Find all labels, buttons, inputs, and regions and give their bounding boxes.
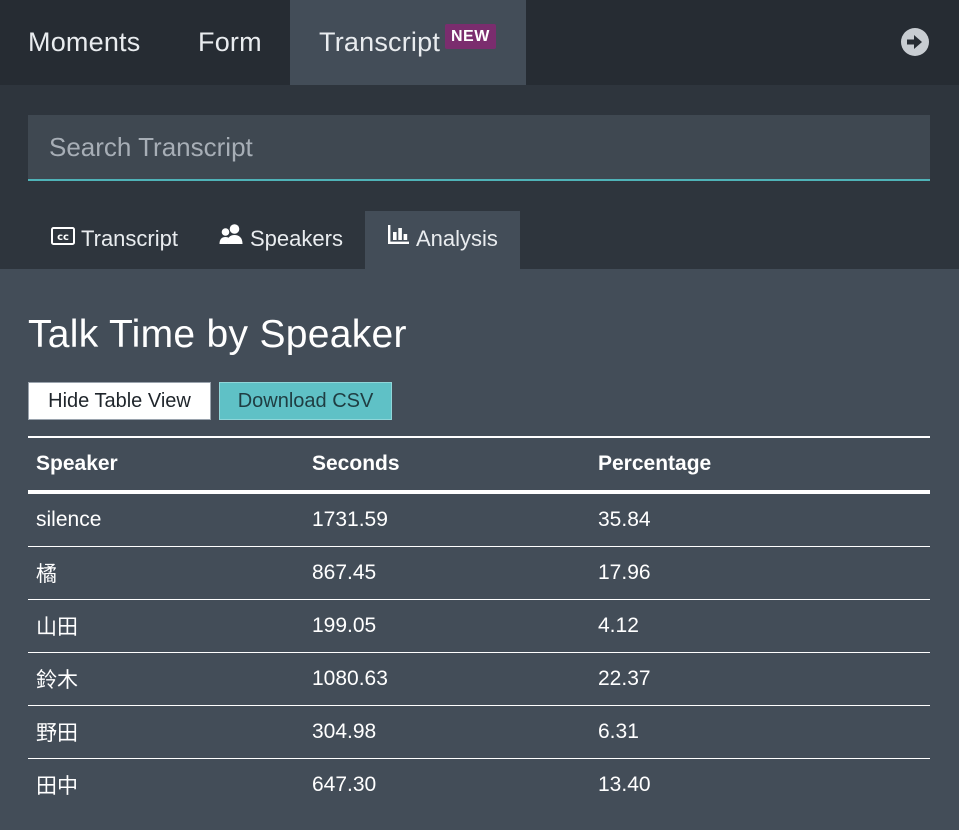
subtab-analysis-label: Analysis bbox=[416, 226, 498, 251]
bar-chart-icon bbox=[387, 210, 410, 266]
percentage-cell: 22.37 bbox=[590, 652, 930, 706]
percentage-cell: 4.12 bbox=[590, 599, 930, 653]
tab-moments[interactable]: Moments bbox=[28, 0, 140, 85]
download-csv-button[interactable]: Download CSV bbox=[219, 382, 392, 420]
percentage-cell: 35.84 bbox=[590, 492, 930, 547]
people-icon bbox=[219, 210, 244, 266]
svg-text:cc: cc bbox=[57, 232, 69, 243]
subtab-speakers-label: Speakers bbox=[250, 226, 343, 251]
table-row: 山田 199.05 4.12 bbox=[28, 599, 930, 653]
percentage-cell: 17.96 bbox=[590, 546, 930, 600]
column-header-seconds: Seconds bbox=[304, 436, 590, 494]
subtab-transcript-label: Transcript bbox=[81, 226, 178, 251]
talk-time-table: Speaker Seconds Percentage silence 1731.… bbox=[28, 436, 930, 811]
seconds-cell: 647.30 bbox=[312, 773, 377, 796]
speaker-cell: 鈴木 bbox=[28, 652, 304, 706]
page-title: Talk Time by Speaker bbox=[28, 313, 407, 356]
column-header-percentage: Percentage bbox=[590, 436, 930, 494]
table-row: 鈴木 1080.63 22.37 bbox=[28, 652, 930, 706]
percentage-cell: 6.31 bbox=[590, 705, 930, 759]
percentage-cell: 13.40 bbox=[598, 773, 651, 796]
search-transcript-input[interactable] bbox=[28, 115, 930, 181]
seconds-cell: 1731.59 bbox=[304, 492, 590, 547]
seconds-cell: 304.98 bbox=[304, 705, 590, 759]
seconds-cell: 199.05 bbox=[304, 599, 590, 653]
seconds-cell: 1080.63 bbox=[304, 652, 590, 706]
table-row: 野田 304.98 6.31 bbox=[28, 705, 930, 759]
seconds-cell: 867.45 bbox=[304, 546, 590, 600]
tab-form[interactable]: Form bbox=[198, 0, 262, 85]
speaker-cell: 野田 bbox=[28, 705, 304, 759]
subtab-transcript[interactable]: cc Transcript bbox=[51, 211, 178, 269]
top-navigation: Moments Form Transcript NEW bbox=[0, 0, 959, 85]
closed-captions-icon: cc bbox=[51, 210, 75, 266]
tab-transcript-label: Transcript bbox=[319, 27, 441, 57]
subtab-speakers[interactable]: Speakers bbox=[219, 211, 343, 269]
column-header-speaker: Speaker bbox=[28, 436, 304, 494]
new-badge: NEW bbox=[445, 24, 496, 49]
table-row: silence 1731.59 35.84 bbox=[28, 492, 930, 547]
speaker-cell: silence bbox=[28, 492, 304, 547]
table-row: 田中 647.30 13.40 bbox=[28, 759, 930, 812]
subtab-analysis[interactable]: Analysis bbox=[365, 211, 520, 269]
speaker-cell: 橘 bbox=[28, 546, 304, 600]
speaker-cell: 田中 bbox=[36, 775, 78, 798]
arrow-right-circle-icon[interactable] bbox=[900, 27, 930, 57]
speaker-cell: 山田 bbox=[28, 599, 304, 653]
table-row: 橘 867.45 17.96 bbox=[28, 546, 930, 600]
table-header-row: Speaker Seconds Percentage bbox=[28, 436, 930, 494]
hide-table-view-button[interactable]: Hide Table View bbox=[28, 382, 211, 420]
